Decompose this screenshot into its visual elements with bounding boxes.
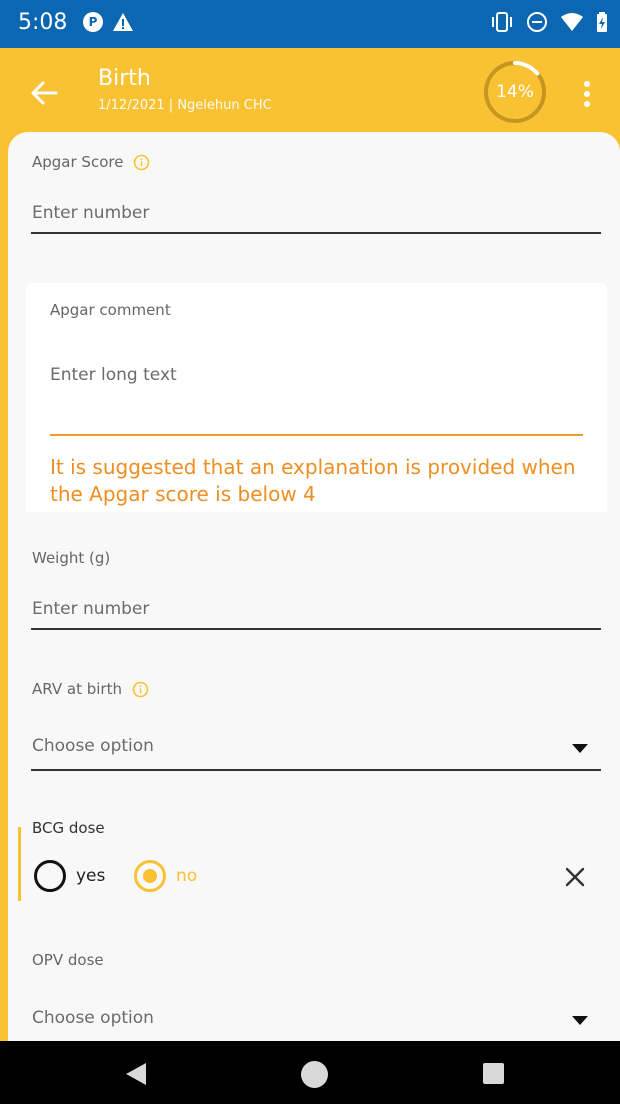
status-right-icons <box>490 11 608 33</box>
subtitle-divider: | <box>164 98 178 113</box>
page-subtitle: 1/12/2021 | Ngelehun CHC <box>98 98 272 113</box>
progress-percent: 14% <box>496 82 534 102</box>
apgar-comment-input[interactable]: Enter long text <box>50 365 177 385</box>
data-saver-icon: P <box>83 12 103 32</box>
more-options-icon[interactable] <box>574 77 600 111</box>
form-sheet: Apgar Score Enter number Apgar comment E… <box>8 132 620 1042</box>
weight-underline <box>31 628 601 630</box>
bcg-dose-option-no[interactable]: no <box>134 860 197 892</box>
svg-text:P: P <box>89 15 98 29</box>
apgar-comment-warning: It is suggested that an explanation is p… <box>50 455 576 506</box>
bcg-dose-focus-bar <box>18 827 21 901</box>
completion-progress: 14% <box>483 60 547 124</box>
nav-recents-icon[interactable] <box>483 1063 504 1084</box>
arv-label-row: ARV at birth <box>32 680 149 698</box>
page-title: Birth <box>98 66 151 91</box>
radio-unselected-icon[interactable] <box>34 860 66 892</box>
arv-at-birth-select[interactable]: Choose option <box>32 736 154 756</box>
do-not-disturb-icon <box>527 12 547 32</box>
info-icon[interactable] <box>132 681 149 698</box>
org-unit-name: Ngelehun CHC <box>177 98 272 113</box>
status-time: 5:08 <box>18 10 68 35</box>
radio-selected-icon[interactable] <box>134 860 166 892</box>
status-bar: 5:08 P <box>0 0 620 48</box>
weight-label: Weight (g) <box>32 549 111 567</box>
radio-label: yes <box>76 866 106 886</box>
app-bar: Birth 1/12/2021 | Ngelehun CHC 14% <box>0 48 620 140</box>
event-date: 1/12/2021 <box>98 98 165 113</box>
bcg-dose-label: BCG dose <box>32 819 105 837</box>
apgar-comment-underline <box>50 434 583 436</box>
apgar-score-label-row: Apgar Score <box>32 153 150 171</box>
warning-icon <box>113 13 133 31</box>
system-navigation-bar <box>0 1041 620 1104</box>
apgar-comment-field: Apgar comment Enter long text It is sugg… <box>26 283 607 512</box>
opv-dose-label: OPV dose <box>32 951 104 969</box>
chevron-down-icon[interactable] <box>571 742 589 754</box>
apgar-comment-label: Apgar comment <box>50 301 171 319</box>
wifi-icon <box>561 13 583 31</box>
opv-dose-select[interactable]: Choose option <box>32 1008 154 1028</box>
arv-at-birth-underline <box>31 769 601 771</box>
back-arrow-icon[interactable] <box>26 75 62 111</box>
nav-back-icon[interactable] <box>124 1062 148 1086</box>
radio-label: no <box>176 866 198 886</box>
apgar-score-underline <box>31 232 601 234</box>
apgar-score-input[interactable]: Enter number <box>32 203 149 223</box>
apgar-score-label: Apgar Score <box>32 153 124 171</box>
vibrate-icon <box>492 12 512 32</box>
chevron-down-icon[interactable] <box>571 1014 589 1026</box>
weight-input[interactable]: Enter number <box>32 599 149 619</box>
info-icon[interactable] <box>133 154 150 171</box>
battery-charging-icon <box>597 12 607 32</box>
nav-home-icon[interactable] <box>301 1061 328 1088</box>
arv-at-birth-label: ARV at birth <box>32 680 122 698</box>
clear-selection-icon[interactable] <box>564 866 586 888</box>
bcg-dose-option-yes[interactable]: yes <box>34 860 105 892</box>
status-left-icons: P <box>82 11 134 33</box>
